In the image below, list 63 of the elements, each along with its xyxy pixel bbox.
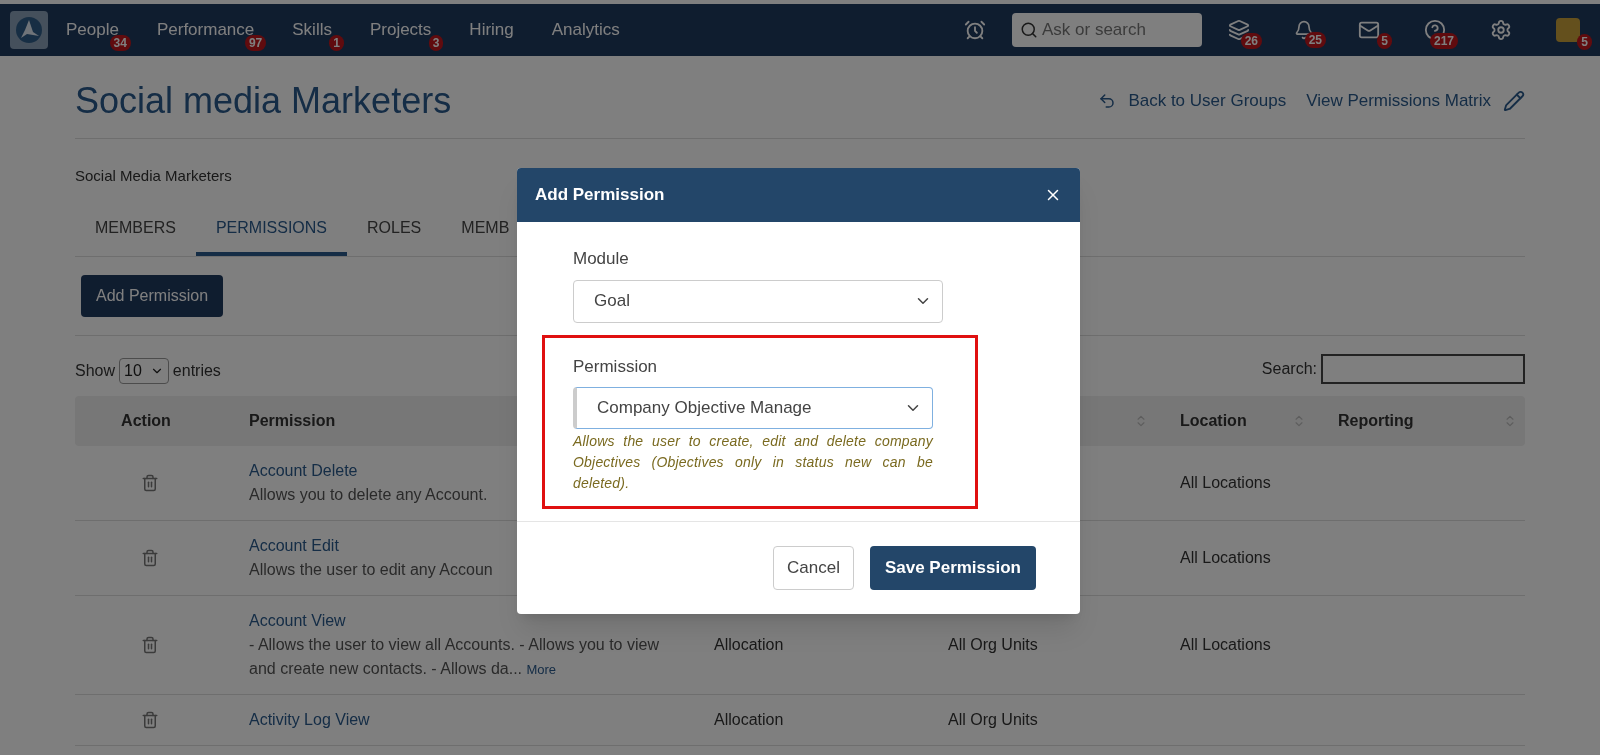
column-header[interactable]: Action <box>121 408 171 433</box>
count-badge: 25 <box>1304 32 1326 48</box>
pencil-icon[interactable] <box>1503 90 1525 112</box>
search-icon <box>1020 21 1038 39</box>
nav-link[interactable]: Skills <box>292 20 332 40</box>
table-cell: All Org Units <box>948 635 1038 653</box>
settings-icon[interactable] <box>1490 19 1512 41</box>
delete-icon[interactable] <box>141 548 159 567</box>
group-description: Social Media Marketers <box>75 166 233 186</box>
more-link[interactable]: More <box>526 661 557 677</box>
tab[interactable]: ROLES <box>347 215 442 256</box>
nav-link[interactable]: Hiring <box>469 20 514 40</box>
back-link[interactable]: Back to User Groups <box>1128 88 1287 114</box>
dialog-title: Add Permission <box>535 184 665 207</box>
table-search-field[interactable] <box>1321 353 1525 384</box>
save-permission-button[interactable]: Save Permission <box>869 546 1036 590</box>
search-label: Search: <box>1261 358 1317 379</box>
permission-description: Allows the user to edit any Accoun <box>249 559 493 580</box>
delete-icon[interactable] <box>141 473 159 492</box>
permission-description: - Allows the user to view all Accounts. - Allows you to view and create new contacts. - Allows da... More <box>249 634 660 679</box>
back-icon <box>1098 92 1117 110</box>
module-select[interactable]: Goal <box>573 279 943 323</box>
count-badge: 3 <box>428 34 444 51</box>
count-badge: 217 <box>1429 33 1458 49</box>
permission-description: Allows you to delete any Account. <box>249 484 488 505</box>
logo-icon[interactable] <box>10 11 48 49</box>
tab[interactable]: MEMB <box>441 215 530 256</box>
table-cell: Allocation <box>714 635 784 653</box>
permission-help-text: Allows the user to create, edit and delete company Objectives (Objectives only in status new can be deleted). <box>573 432 933 493</box>
permission-link[interactable]: Activity Log View <box>249 707 690 732</box>
column-header[interactable]: Reporting <box>1338 408 1414 433</box>
permission-link[interactable]: Account View <box>249 608 690 633</box>
table-cell: All Locations <box>1180 473 1271 491</box>
table-cell: All Locations <box>1180 635 1271 653</box>
count-badge: 5 <box>1577 34 1592 50</box>
tab[interactable]: MEMBERS <box>75 215 196 256</box>
table-cell: Allocation <box>714 710 784 728</box>
tab[interactable]: PERMISSIONS <box>195 215 348 256</box>
count-badge: 1 <box>329 34 344 51</box>
delete-icon[interactable] <box>141 710 159 729</box>
nav-link[interactable]: Analytics <box>551 20 620 40</box>
count-badge: 5 <box>1377 33 1392 49</box>
field-label: Permission <box>573 355 659 378</box>
table-cell: All Locations <box>1180 548 1271 566</box>
table-cell: All Org Units <box>948 710 1038 728</box>
show-label: Show <box>75 360 116 381</box>
column-header[interactable]: Location <box>1180 408 1247 433</box>
count-badge: 97 <box>244 34 267 51</box>
count-badge: 26 <box>1240 33 1262 49</box>
delete-icon[interactable] <box>141 635 159 654</box>
column-header[interactable]: Permission <box>249 408 336 433</box>
field-label: Module <box>573 248 630 270</box>
page-title: Social media Marketers <box>75 79 452 123</box>
entries-select[interactable]: 10 <box>119 357 169 384</box>
matrix-link[interactable]: View Permissions Matrix <box>1306 88 1491 114</box>
count-badge: 34 <box>109 34 131 51</box>
search-field[interactable]: Ask or search <box>1012 13 1202 47</box>
mail-icon[interactable] <box>1358 19 1380 41</box>
permission-select[interactable]: Company Objective Manage <box>573 387 933 429</box>
add-permission-button[interactable]: Add Permission <box>81 274 224 317</box>
entries-label: entries <box>172 360 221 381</box>
alarm-clock-icon[interactable] <box>964 19 986 41</box>
cancel-button[interactable]: Cancel <box>773 546 854 590</box>
